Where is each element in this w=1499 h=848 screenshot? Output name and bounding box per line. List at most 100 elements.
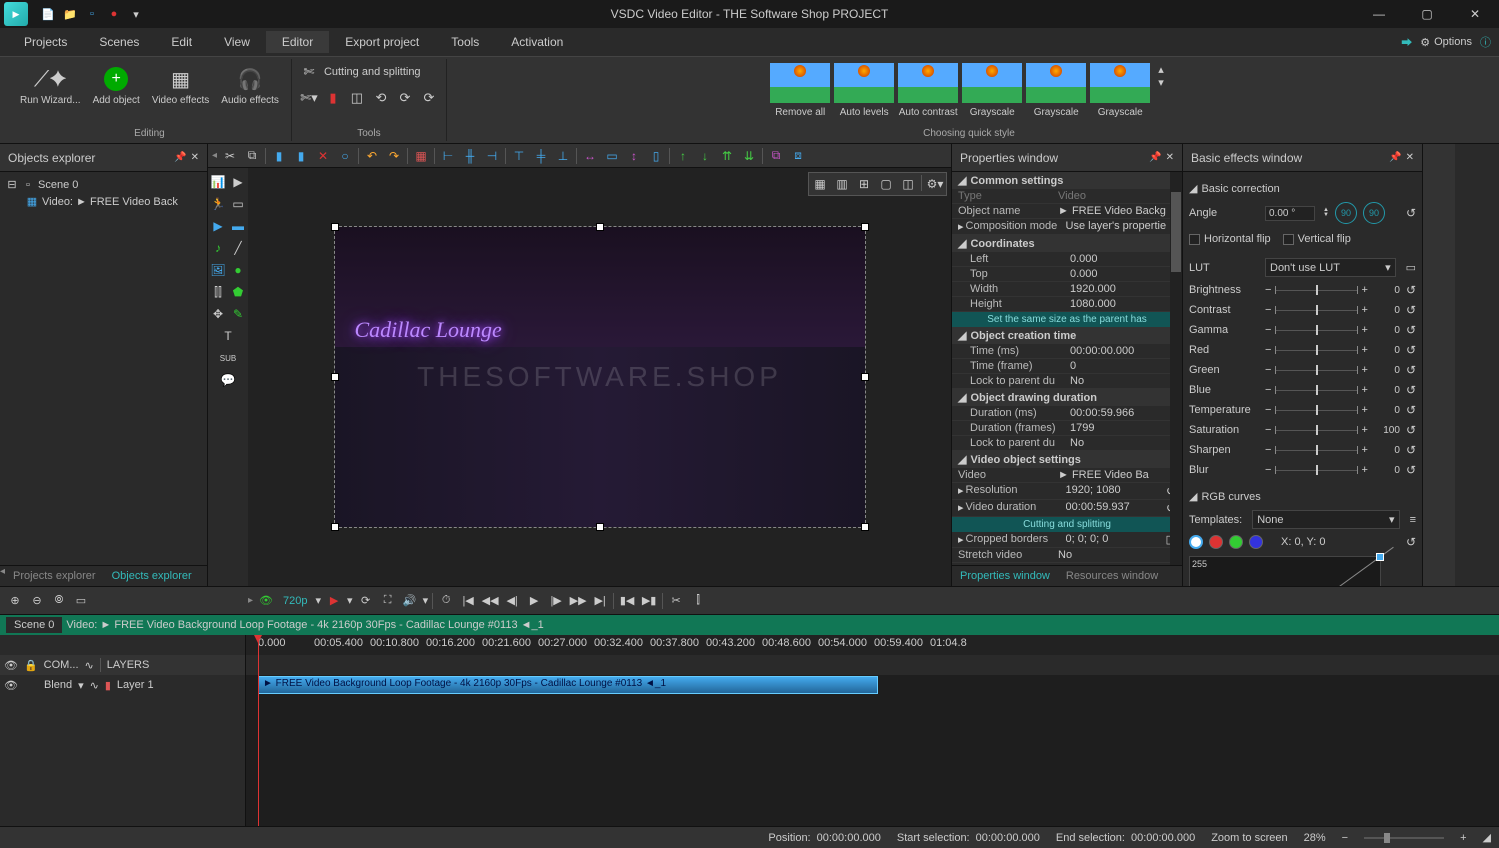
options-button[interactable]: ⚙ Options [1420, 36, 1472, 49]
menu-projects[interactable]: Projects [8, 31, 83, 53]
timeline-clip[interactable]: ► FREE Video Background Loop Footage - 4… [258, 676, 878, 694]
rgb-curve-editor[interactable]: 255 [1189, 556, 1381, 586]
resize-handle-bl[interactable] [331, 523, 339, 531]
pin-icon[interactable]: 📌 [174, 152, 186, 163]
tab-properties[interactable]: Properties window [952, 566, 1058, 586]
menu-scenes[interactable]: Scenes [83, 31, 155, 53]
select-all-icon[interactable]: ▦ [412, 147, 430, 165]
cropped-value[interactable]: 0; 0; 0; 0 [1066, 533, 1166, 546]
free-shape-icon[interactable]: ⬟ [228, 282, 248, 302]
pen-icon[interactable]: ✎ [228, 304, 248, 324]
zoom-out-icon[interactable]: − [1342, 832, 1348, 844]
play-button[interactable]: ▶ [525, 592, 543, 610]
tree-video-item[interactable]: ▦ Video: ► FREE Video Back [24, 193, 203, 210]
qat-dropdown-icon[interactable]: ▾ [128, 6, 144, 22]
undo-icon[interactable]: ↶ [363, 147, 381, 165]
section-coords[interactable]: ◢Coordinates [952, 235, 1182, 252]
lock2-value[interactable]: No [1070, 437, 1176, 449]
menu-tools[interactable]: Tools [435, 31, 495, 53]
resize-value[interactable]: Linear interpolation [1058, 564, 1176, 565]
rotate-left-icon[interactable]: ⟲ [372, 89, 390, 107]
expand-icon[interactable]: ▸ [958, 533, 964, 546]
resize-handle-ml[interactable] [331, 373, 339, 381]
resize-handle-br[interactable] [861, 523, 869, 531]
rgb-white-button[interactable] [1189, 535, 1203, 549]
cut-icon[interactable]: ✂ [667, 592, 685, 610]
height-value[interactable]: 1080.000 [1070, 298, 1176, 310]
qat-new-icon[interactable]: 📄 [40, 6, 56, 22]
hflip-checkbox[interactable]: Horizontal flip [1189, 231, 1271, 247]
text-icon[interactable]: T [218, 326, 238, 346]
style-thumb-1[interactable] [834, 63, 894, 103]
expand-icon[interactable]: ▸ [958, 220, 964, 233]
video-icon[interactable]: ▶ [208, 216, 228, 236]
tab-projects-explorer[interactable]: Projects explorer [5, 566, 104, 586]
scene-tab[interactable]: Scene 0 [6, 617, 62, 633]
align-bottom-icon[interactable]: ⊥ [554, 147, 572, 165]
style-thumb-3[interactable] [962, 63, 1022, 103]
layer-name[interactable]: Layer 1 [117, 679, 154, 691]
fit-all-icon[interactable]: ▭ [72, 592, 90, 610]
time-ms-value[interactable]: 00:00:00.000 [1070, 345, 1176, 357]
menu-view[interactable]: View [208, 31, 266, 53]
eye-icon[interactable]: 👁 [4, 659, 18, 672]
move-bottom-icon[interactable]: ⇊ [740, 147, 758, 165]
rectangle-icon[interactable]: ▭ [228, 194, 248, 214]
add-object-button[interactable]: + Add object [89, 63, 144, 108]
play-icon[interactable]: ▶ [325, 592, 343, 610]
zoom-in-icon[interactable]: ⊕ [6, 592, 24, 610]
goto-end-icon[interactable]: ▶| [591, 592, 609, 610]
resize-handle-bm[interactable] [596, 523, 604, 531]
link-icon[interactable]: ⧉ [767, 147, 785, 165]
section-drawing[interactable]: ◢Object drawing duration [952, 389, 1182, 406]
tooltip-icon[interactable]: 💬 [218, 370, 238, 390]
top-value[interactable]: 0.000 [1070, 268, 1176, 280]
expand-icon[interactable]: ▸ [958, 501, 964, 515]
expand-icon[interactable]: ▸ [958, 484, 964, 498]
time-frame-value[interactable]: 0 [1070, 360, 1176, 372]
folder-icon[interactable]: ▭ [1406, 261, 1416, 274]
style-more-button[interactable]: ▴▾ [1154, 63, 1168, 89]
angle-input[interactable] [1265, 206, 1315, 221]
move-top-icon[interactable]: ⇈ [718, 147, 736, 165]
resize-handle-mr[interactable] [861, 373, 869, 381]
delete-icon[interactable]: ✕ [314, 147, 332, 165]
zoom-slider[interactable] [1364, 837, 1444, 839]
split-tool-icon[interactable]: ▮ [324, 89, 342, 107]
image-icon[interactable]: 🖼 [208, 260, 228, 280]
step-back-icon[interactable]: ◀| [503, 592, 521, 610]
dist-v-icon[interactable]: ↕ [625, 147, 643, 165]
cursor-icon[interactable]: ▶ [228, 172, 248, 192]
style-thumb-2[interactable] [898, 63, 958, 103]
tab-nav-right-icon[interactable]: ▸ [248, 595, 253, 606]
animation-icon[interactable]: 🏃 [208, 194, 228, 214]
info-icon[interactable]: ⓘ [1480, 34, 1491, 50]
resolution-dropdown[interactable]: 720p [279, 595, 311, 607]
rotate-90-cw-button[interactable]: 90 [1363, 202, 1385, 224]
crop-tool-icon[interactable]: ◫ [348, 89, 366, 107]
spectrum-icon[interactable]: ⫿⫿ [208, 282, 228, 302]
zoom-out-icon[interactable]: ⊖ [28, 592, 46, 610]
blend-label[interactable]: Blend [44, 679, 72, 691]
comp-value[interactable]: Use layer's propertie [1066, 220, 1176, 233]
reset-icon[interactable]: ↺ [1406, 343, 1416, 357]
layer-row[interactable]: 👁 Blend▾ ∿ ▮ Layer 1 [0, 675, 245, 695]
move-up-icon[interactable]: ↑ [674, 147, 692, 165]
reset-icon[interactable]: ↺ [1406, 206, 1416, 220]
pin-icon[interactable]: 📌 [1149, 152, 1161, 163]
section-common[interactable]: ◢Common settings [952, 172, 1182, 189]
copy-icon[interactable]: ⧉ [243, 147, 261, 165]
bars-icon[interactable]: ▮ [105, 679, 111, 692]
rgb-blue-button[interactable] [1249, 535, 1263, 549]
minimized-panel[interactable] [1423, 144, 1455, 586]
reset-icon[interactable]: ↺ [1406, 283, 1416, 297]
video-value[interactable]: ► FREE Video Ba [1058, 469, 1176, 481]
dur-ms-value[interactable]: 00:00:59.966 [1070, 407, 1176, 419]
reset-icon[interactable]: ↺ [1406, 363, 1416, 377]
style-thumb-4[interactable] [1026, 63, 1086, 103]
reset-icon[interactable]: ↺ [1406, 535, 1416, 549]
menu-export[interactable]: Export project [329, 31, 435, 53]
tab-resources[interactable]: Resources window [1058, 566, 1166, 586]
slider-4[interactable]: −+ [1265, 364, 1368, 376]
loop-icon[interactable]: ⟳ [357, 592, 375, 610]
